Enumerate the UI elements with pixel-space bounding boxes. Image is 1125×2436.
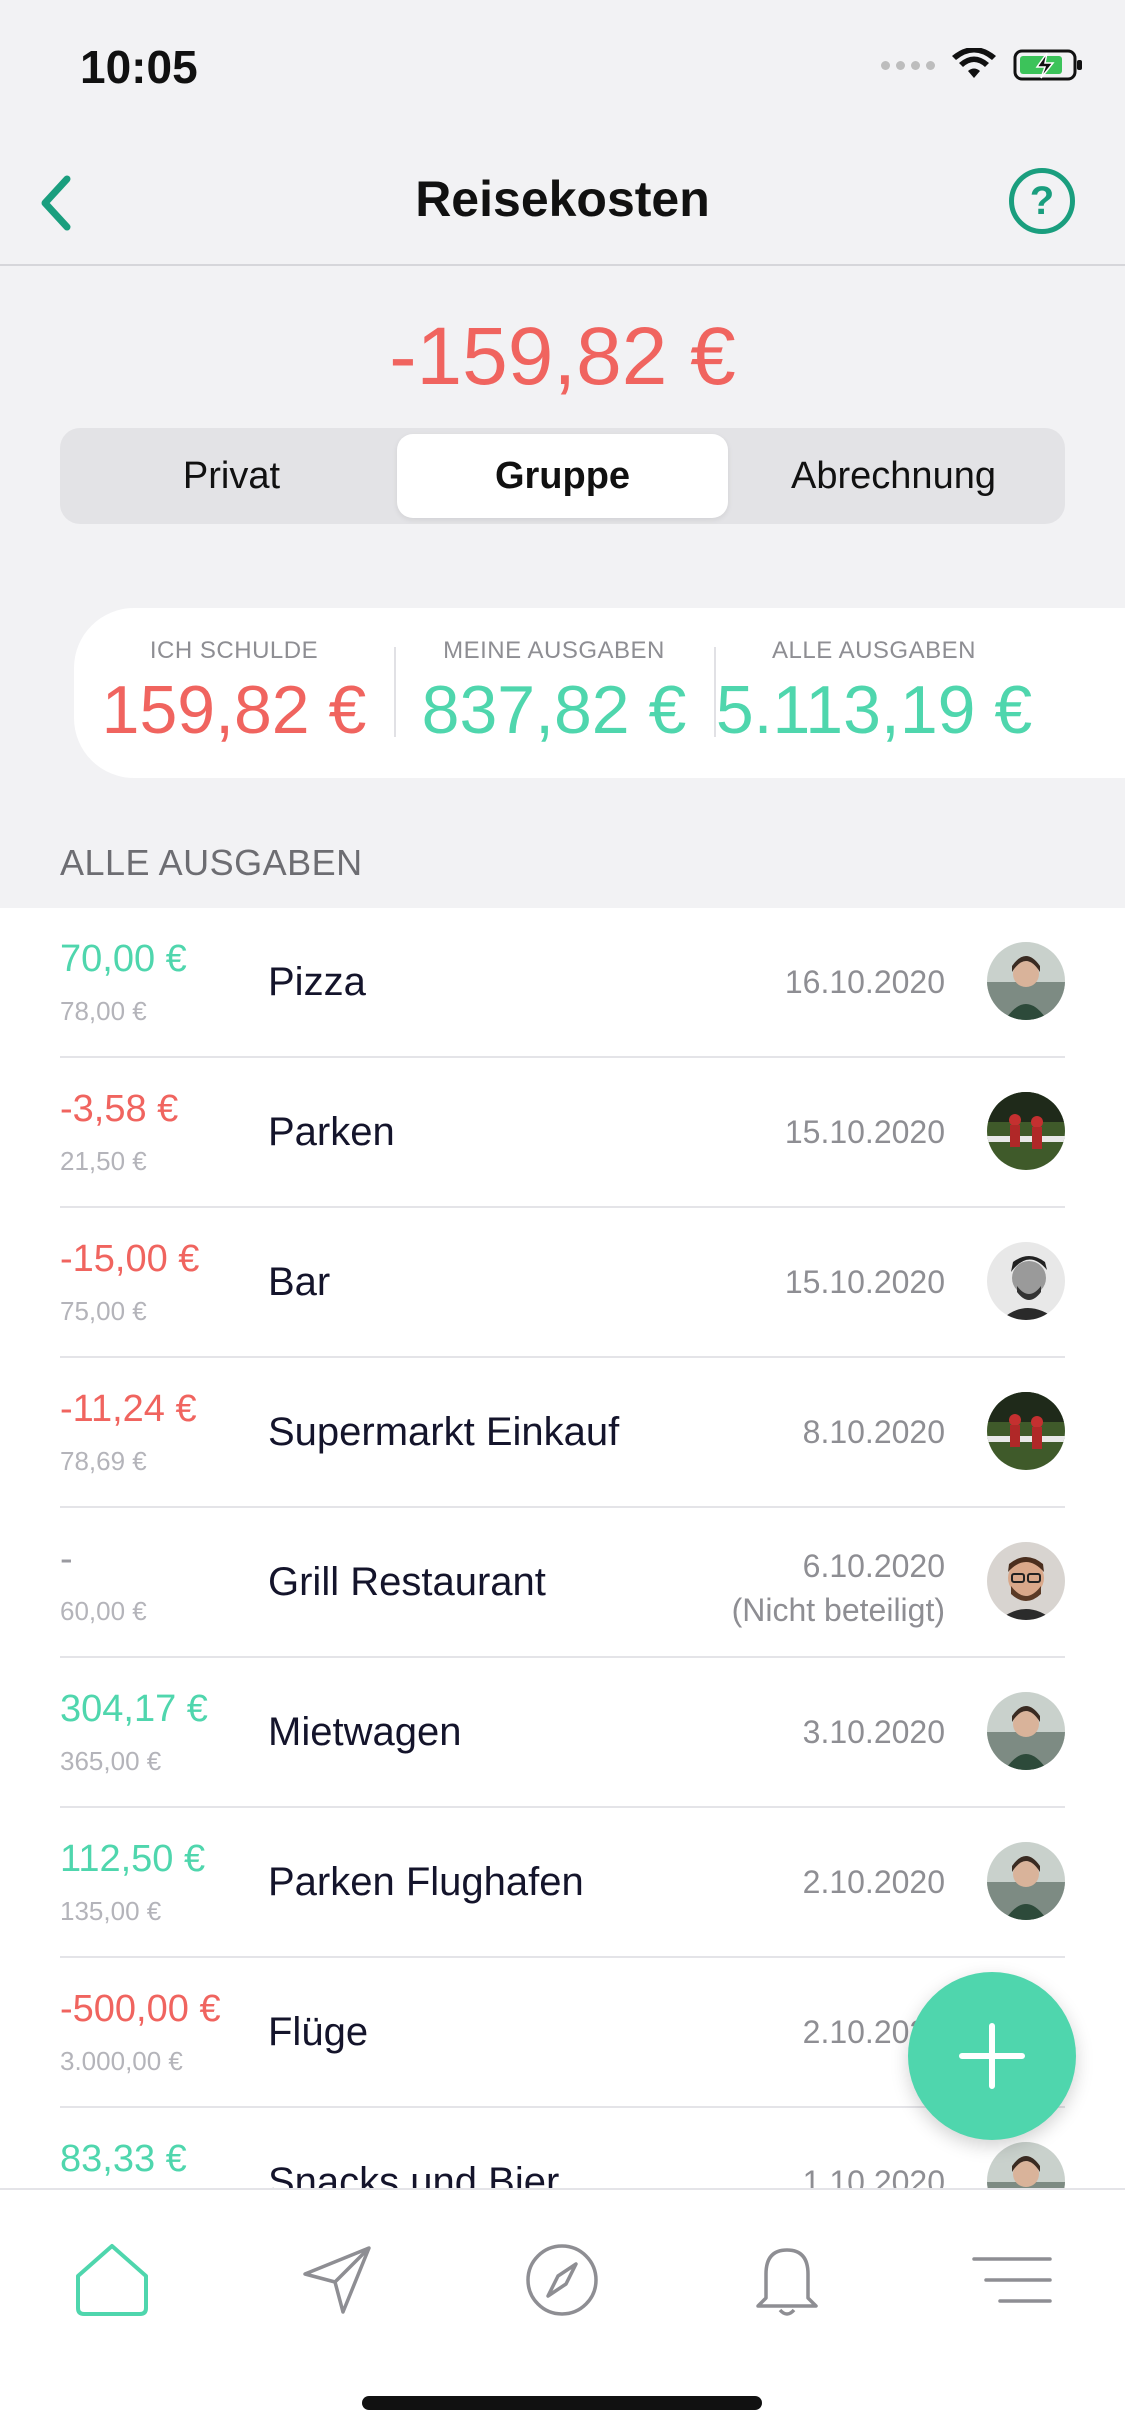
expense-title: Mietwagen xyxy=(268,1710,462,1754)
expense-date: 6.10.2020 (Nicht beteiligt) xyxy=(732,1544,945,1632)
stat-value: 5.113,19 € xyxy=(715,672,1033,748)
woman-avatar xyxy=(987,1692,1065,1770)
total-amount: 78,00 € xyxy=(60,996,147,1026)
expense-date: 2.10.2020 xyxy=(802,1864,945,1900)
man-bw-avatar xyxy=(987,1242,1065,1320)
send-icon xyxy=(303,2246,371,2314)
expense-row[interactable]: 304,17 € 365,00 € Mietwagen 3.10.2020 xyxy=(60,1658,1065,1808)
expense-date: 8.10.2020 xyxy=(802,1414,945,1450)
tab-notifications[interactable] xyxy=(737,2230,837,2330)
stat-meine-ausgaben: MEINE AUSGABEN 837,82 € xyxy=(394,637,714,749)
expense-date: 15.10.2020 xyxy=(784,1114,945,1150)
expense-row[interactable]: -3,58 € 21,50 € Parken 15.10.2020 xyxy=(60,1058,1065,1208)
share-amount: -11,24 € xyxy=(60,1388,197,1430)
segmented-control: Privat Gruppe Abrechnung xyxy=(60,428,1065,524)
expense-title: Grill Restaurant xyxy=(268,1560,546,1604)
nav-bar: Reisekosten ? xyxy=(0,140,1125,266)
total-amount: 78,69 € xyxy=(60,1446,147,1476)
expense-title: Supermarkt Einkauf xyxy=(268,1410,620,1454)
total-amount: 365,00 € xyxy=(60,1746,162,1776)
stat-value: 837,82 € xyxy=(421,672,687,748)
share-amount: 70,00 € xyxy=(60,938,187,980)
expense-title: Parken Flughafen xyxy=(268,1860,584,1904)
help-button[interactable]: ? xyxy=(1009,168,1075,234)
tab-menu[interactable] xyxy=(962,2230,1062,2330)
home-icon xyxy=(76,2244,148,2316)
stat-label: MEINE AUSGABEN xyxy=(443,637,665,664)
section-header: ALLE AUSGABEN xyxy=(60,842,363,883)
expense-row[interactable]: -11,24 € 78,69 € Supermarkt Einkauf 8.10… xyxy=(60,1358,1065,1508)
tab-privat[interactable]: Privat xyxy=(66,434,397,518)
tab-send[interactable] xyxy=(287,2230,387,2330)
share-amount: -3,58 € xyxy=(60,1088,179,1130)
stats-card[interactable]: ICH SCHULDE 159,82 € MEINE AUSGABEN 837,… xyxy=(74,608,1125,778)
compass-icon xyxy=(526,2244,598,2316)
home-indicator xyxy=(362,2396,762,2410)
tab-abrechnung[interactable]: Abrechnung xyxy=(728,434,1059,518)
total-amount: 3.000,00 € xyxy=(60,2046,183,2076)
menu-icon xyxy=(972,2257,1052,2303)
stat-ich-schulde: ICH SCHULDE 159,82 € xyxy=(74,637,394,749)
expense-row[interactable]: -15,00 € 75,00 € Bar 15.10.2020 xyxy=(60,1208,1065,1358)
share-amount: 83,33 € xyxy=(60,2138,187,2180)
total-amount: 135,00 € xyxy=(60,1896,162,1926)
expense-date: 16.10.2020 xyxy=(784,964,945,1000)
stat-label: ALLE AUSGABEN xyxy=(772,637,976,664)
status-icons xyxy=(881,48,1085,82)
share-amount: - xyxy=(60,1538,73,1580)
add-expense-button[interactable] xyxy=(908,1972,1076,2140)
share-amount: 112,50 € xyxy=(60,1838,206,1880)
battery-icon xyxy=(1013,49,1082,81)
status-bar: 10:05 xyxy=(0,0,1125,140)
expense-note: (Nicht beteiligt) xyxy=(731,1592,945,1628)
total-amount: 21,50 € xyxy=(60,1146,147,1176)
total-amount: 60,00 € xyxy=(60,1596,147,1626)
expense-date: 15.10.2020 xyxy=(784,1264,945,1300)
tab-home[interactable] xyxy=(62,2230,162,2330)
expense-date-value: 6.10.2020 xyxy=(802,1548,945,1584)
help-icon: ? xyxy=(1029,178,1055,223)
man-glasses-avatar xyxy=(987,1542,1065,1620)
woman-avatar xyxy=(987,942,1065,1020)
sports-avatar xyxy=(987,1392,1065,1470)
stat-value: 159,82 € xyxy=(101,672,367,748)
share-amount: -15,00 € xyxy=(60,1238,200,1280)
share-amount: -500,00 € xyxy=(60,1988,221,2030)
expense-title: Pizza xyxy=(268,960,366,1004)
expense-title: Parken xyxy=(268,1110,395,1154)
woman-avatar xyxy=(987,2142,1065,2188)
expense-row[interactable]: 83,33 € Snacks und Bier 1.10.2020 xyxy=(60,2108,1065,2188)
share-amount: 304,17 € xyxy=(60,1688,208,1730)
expense-row[interactable]: - 60,00 € Grill Restaurant 6.10.2020 (Ni… xyxy=(60,1508,1065,1658)
status-time: 10:05 xyxy=(80,41,198,93)
page-title: Reisekosten xyxy=(415,171,710,227)
signal-icon xyxy=(881,60,935,70)
stat-alle-ausgaben: ALLE AUSGABEN 5.113,19 € xyxy=(714,637,1034,749)
expense-date: 3.10.2020 xyxy=(802,1714,945,1750)
stat-label: ICH SCHULDE xyxy=(149,637,319,664)
expense-title: Flüge xyxy=(268,2010,369,2054)
tab-explore[interactable] xyxy=(512,2230,612,2330)
tab-gruppe[interactable]: Gruppe xyxy=(397,434,728,518)
bell-icon xyxy=(756,2248,818,2316)
sports-avatar xyxy=(987,1092,1065,1170)
balance-total: -159,82 € xyxy=(389,311,736,402)
expense-title: Bar xyxy=(268,1260,331,1304)
total-amount: 75,00 € xyxy=(60,1296,147,1326)
expense-row[interactable]: 70,00 € 78,00 € Pizza 16.10.2020 xyxy=(60,908,1065,1058)
expense-date: 1.10.2020 xyxy=(802,2164,945,2188)
woman-avatar xyxy=(987,1842,1065,1920)
expense-row[interactable]: 112,50 € 135,00 € Parken Flughafen 2.10.… xyxy=(60,1808,1065,1958)
wifi-icon xyxy=(952,48,996,78)
expense-title: Snacks und Bier xyxy=(268,2160,560,2188)
plus-icon xyxy=(959,2023,1025,2089)
